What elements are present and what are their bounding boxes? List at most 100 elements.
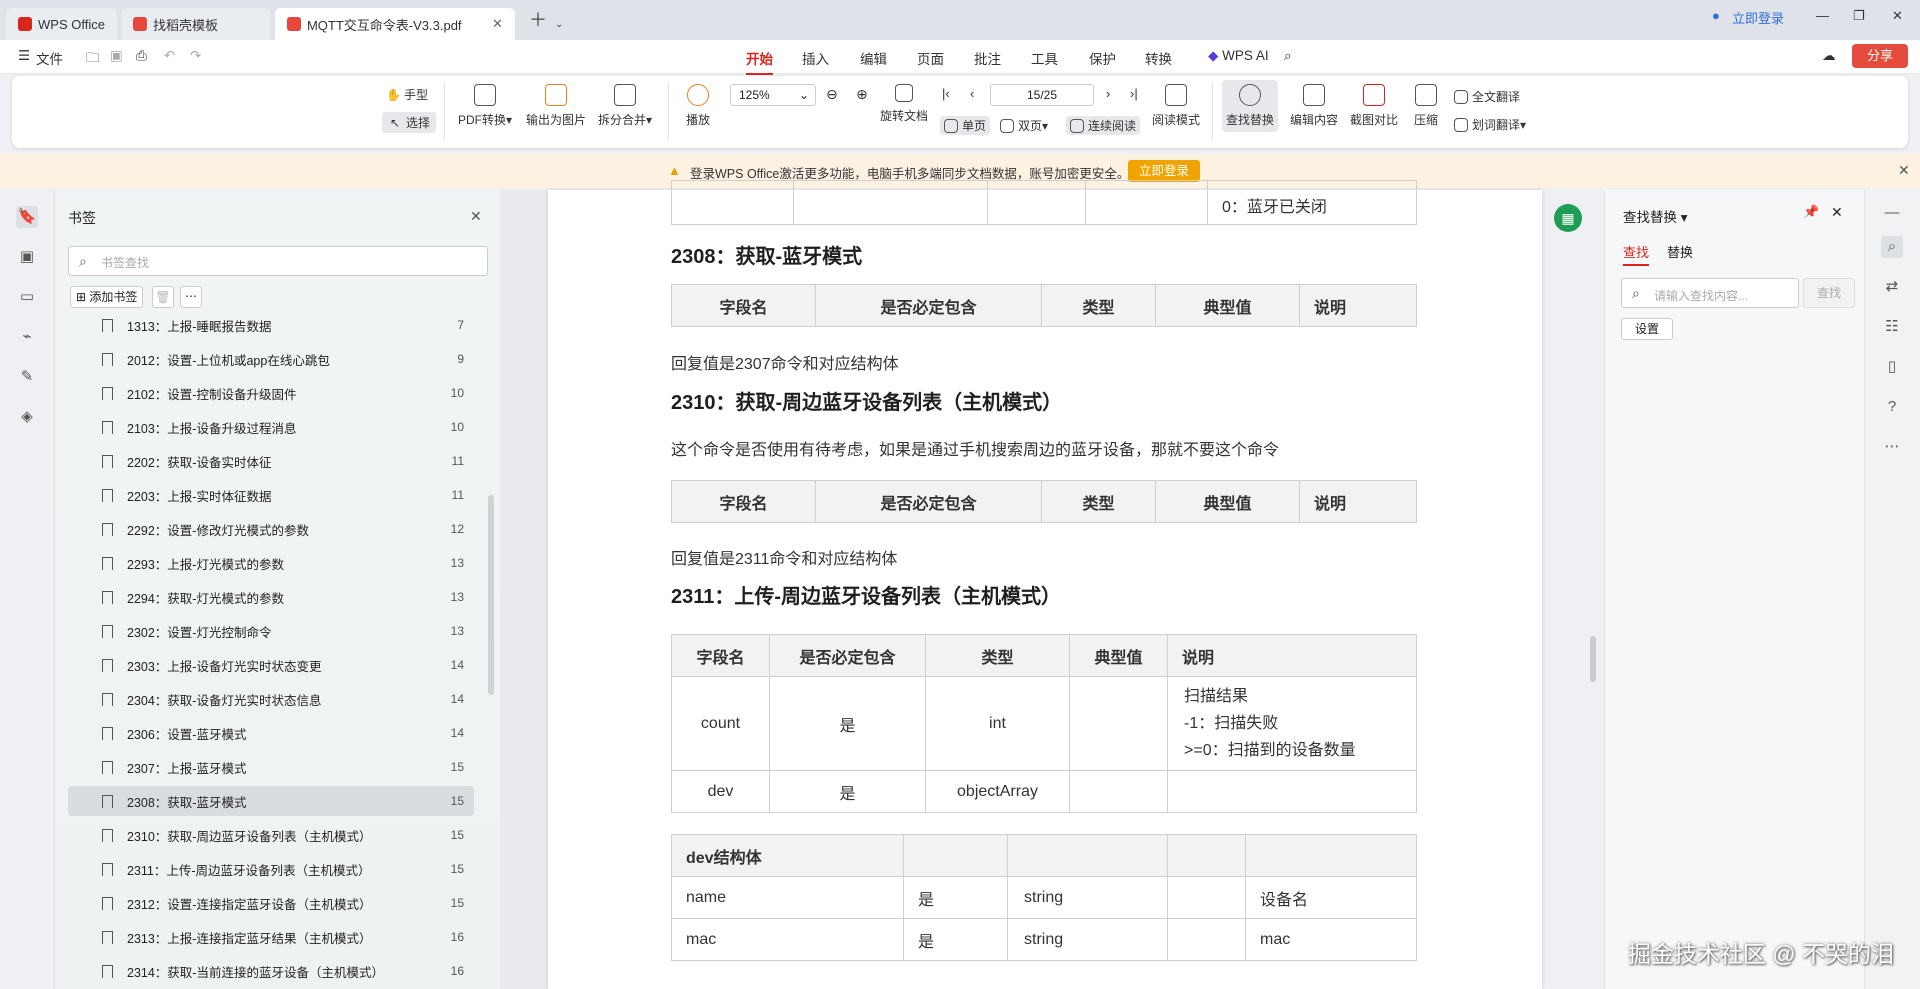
close-window-icon[interactable]: ✕	[1892, 8, 1903, 24]
crop-compare-button[interactable]: 截图对比	[1350, 84, 1398, 128]
notice-login-button[interactable]: 立即登录	[1128, 160, 1200, 182]
read-mode-button[interactable]: 阅读模式	[1152, 84, 1200, 128]
tab-pdf-document[interactable]: MQTT交互命令表-V3.3.pdf ✕	[274, 8, 515, 40]
more-icon[interactable]: ⋯	[180, 286, 202, 308]
doc-scrollbar[interactable]	[1590, 636, 1596, 682]
delete-bookmark-icon[interactable]: 🗑	[152, 286, 174, 308]
find-input[interactable]: ⌕ 请输入查找内容...	[1621, 278, 1799, 308]
export-image-button[interactable]: 输出为图片	[526, 84, 586, 128]
close-tab-icon[interactable]: ✕	[492, 16, 503, 32]
zoom-out-icon[interactable]: ⊖	[826, 86, 838, 103]
menu-tools[interactable]: 工具	[1031, 48, 1058, 68]
pdf-convert-button[interactable]: PDF转换▾	[458, 84, 512, 128]
find-button[interactable]: 查找	[1803, 278, 1855, 308]
bookmark-item[interactable]: 2314：获取-当前连接的蓝牙设备（主机模式） 16	[68, 956, 474, 986]
bookmark-item[interactable]: 2304：获取-设备灯光实时状态信息 14	[68, 684, 474, 714]
split-merge-button[interactable]: 拆分合并▾	[598, 84, 652, 128]
tab-replace[interactable]: 替换	[1667, 242, 1693, 261]
bookmark-item[interactable]: 2103：上报-设备升级过程消息 10	[68, 412, 474, 442]
menu-insert[interactable]: 插入	[802, 48, 829, 68]
rotate-button[interactable]: 旋转文档	[880, 84, 928, 124]
hand-tool-button[interactable]: ✋ 手型	[386, 86, 428, 103]
login-link[interactable]: 立即登录	[1732, 8, 1784, 27]
add-bookmark-button[interactable]: ⊞ 添加书签	[70, 286, 144, 308]
continuous-read-button[interactable]: 连续阅读	[1066, 116, 1141, 135]
word-translate-button[interactable]: 划词翻译 ▾	[1454, 116, 1526, 133]
bookmark-item[interactable]: 2312：设置-连接指定蓝牙设备（主机模式） 15	[68, 888, 474, 918]
translate-icon[interactable]: ⇄	[1881, 276, 1903, 298]
help-icon[interactable]: ?	[1881, 396, 1903, 418]
settings-button[interactable]: 设置	[1621, 318, 1673, 340]
bookmark-item[interactable]: 2308：获取-蓝牙模式 15	[68, 786, 474, 816]
restore-icon[interactable]: ❐	[1853, 8, 1865, 24]
menu-annotate[interactable]: 批注	[974, 48, 1001, 68]
bookmark-item[interactable]: 2203：上报-实时体征数据 11	[68, 480, 474, 510]
signature-icon[interactable]: ✎	[16, 366, 38, 388]
bookmark-item[interactable]: 2294：获取-灯光模式的参数 13	[68, 582, 474, 612]
bookmark-item[interactable]: 2202：获取-设备实时体征 11	[68, 446, 474, 476]
new-tab-icon[interactable]: ＋	[529, 6, 547, 32]
double-page-button[interactable]: 双页 ▾	[1000, 117, 1048, 134]
bookmark-search-input[interactable]: ⌕ 书签查找	[68, 246, 488, 276]
menu-convert[interactable]: 转换	[1145, 48, 1172, 68]
hamburger-icon[interactable]: ☰	[18, 48, 30, 64]
single-page-button[interactable]: 单页	[940, 116, 991, 135]
avatar-icon[interactable]: ●	[1712, 8, 1720, 23]
tab-find[interactable]: 查找	[1623, 242, 1650, 266]
tab-wps-office[interactable]: WPS Office	[6, 8, 117, 40]
pin-icon[interactable]: 📌	[1803, 204, 1819, 220]
bookmark-item[interactable]: 2303：上报-设备灯光实时状态变更 14	[68, 650, 474, 680]
open-icon[interactable]: 🗀	[86, 48, 100, 71]
bookmark-item[interactable]: 2311：上传-周边蓝牙设备列表（主机模式） 15	[68, 854, 474, 884]
file-menu[interactable]: 文件	[36, 48, 63, 68]
layers-icon[interactable]: ◈	[16, 406, 38, 428]
bookmark-item[interactable]: 2306：设置-蓝牙模式 14	[68, 718, 474, 748]
full-translate-button[interactable]: 全文翻译	[1454, 88, 1520, 105]
bookmark-icon[interactable]: 🔖	[16, 206, 38, 228]
attachment-icon[interactable]: ⌁	[16, 326, 38, 348]
search-icon[interactable]: ⌕	[1881, 236, 1903, 258]
bookmark-item[interactable]: 2310：获取-周边蓝牙设备列表（主机模式） 15	[68, 820, 474, 850]
play-button[interactable]: 播放	[686, 84, 710, 128]
bookmark-item[interactable]: 2102：设置-控制设备升级固件 10	[68, 378, 474, 408]
search-icon[interactable]: ⌕	[1284, 48, 1292, 64]
menu-start[interactable]: 开始	[746, 48, 773, 75]
print-icon[interactable]: ⎙	[136, 48, 147, 64]
undo-icon[interactable]: ↶	[164, 48, 175, 64]
close-panel-icon[interactable]: ✕	[470, 208, 482, 225]
bookmark-item[interactable]: 2293：上报-灯光模式的参数 13	[68, 548, 474, 578]
bookmark-item[interactable]: 2292：设置-修改灯光模式的参数 12	[68, 514, 474, 544]
bookmark-item[interactable]: 1313：上报-睡眠报告数据 7	[68, 312, 474, 340]
select-tool-button[interactable]: ↖ 选择	[382, 112, 437, 133]
save-icon[interactable]: ▣	[110, 48, 123, 64]
bookmark-item[interactable]: 2307：上报-蓝牙模式 15	[68, 752, 474, 782]
page-number-input[interactable]: 15/25	[990, 84, 1094, 106]
next-page-icon[interactable]: ›	[1106, 86, 1110, 101]
menu-protect[interactable]: 保护	[1089, 48, 1116, 68]
redo-icon[interactable]: ↷	[190, 48, 201, 64]
adjust-icon[interactable]: ☷	[1881, 316, 1903, 338]
minimize-icon[interactable]: —	[1816, 8, 1829, 23]
book-icon[interactable]: ▯	[1881, 356, 1903, 378]
last-page-icon[interactable]: ›|	[1130, 86, 1138, 101]
prev-page-icon[interactable]: ‹	[970, 86, 974, 101]
bookmark-item[interactable]: 2302：设置-灯光控制命令 13	[68, 616, 474, 646]
close-notice-icon[interactable]: ✕	[1898, 162, 1910, 179]
comment-icon[interactable]: ▭	[16, 286, 38, 308]
edit-content-button[interactable]: 编辑内容	[1290, 84, 1338, 128]
bookmark-item[interactable]: 2313：上报-连接指定蓝牙结果（主机模式） 16	[68, 922, 474, 952]
zoom-select[interactable]: 125% ⌄	[730, 84, 816, 106]
spreadsheet-float-icon[interactable]: ▦	[1554, 204, 1582, 232]
find-panel-title[interactable]: 查找替换 ▾	[1623, 206, 1688, 226]
share-button[interactable]: 分享	[1852, 44, 1908, 68]
compress-button[interactable]: 压缩	[1414, 84, 1438, 128]
wps-ai-button[interactable]: ◆ WPS AI	[1208, 48, 1269, 64]
thumbnail-icon[interactable]: ▣	[16, 246, 38, 268]
tab-list-icon[interactable]: ⌄	[555, 19, 563, 30]
first-page-icon[interactable]: |‹	[942, 86, 950, 101]
cloud-icon[interactable]: ☁	[1822, 48, 1836, 64]
bookmark-item[interactable]: 2012：设置-上位机或app在线心跳包 9	[68, 344, 474, 374]
scrollbar-thumb[interactable]	[488, 495, 494, 695]
find-replace-button[interactable]: 查找替换	[1222, 80, 1279, 132]
tab-template[interactable]: 找稻壳模板	[120, 8, 271, 40]
